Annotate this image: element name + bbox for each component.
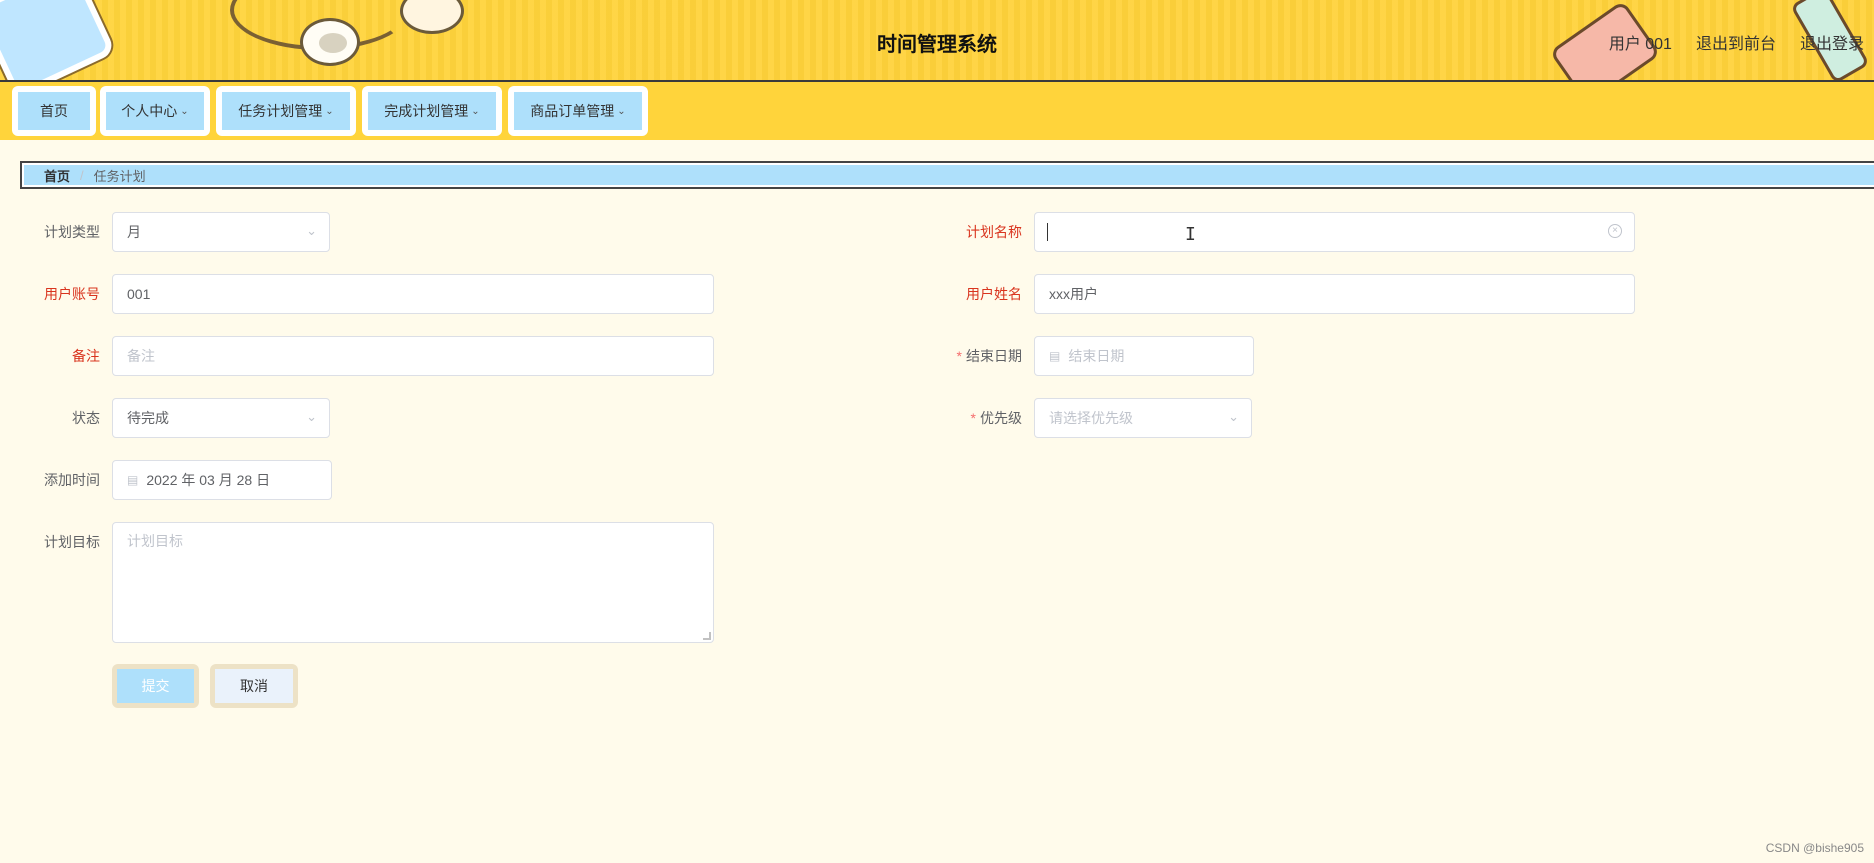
watermark: CSDN @bishe905 [1765, 841, 1864, 855]
chevron-down-icon: ⌄ [617, 105, 626, 117]
user-name-input[interactable]: xxx用户 [1034, 274, 1635, 314]
add-time-value: 2022 年 03 月 28 日 [146, 472, 271, 488]
breadcrumb-home[interactable]: 首页 [44, 166, 70, 185]
plan-type-label: 计划类型 [44, 224, 100, 240]
chevron-down-icon: ⌄ [306, 409, 317, 424]
plan-goal-label: 计划目标 [44, 534, 100, 550]
calendar-icon: ▤ [1049, 349, 1061, 363]
cancel-button-label: 取消 [240, 678, 268, 694]
nav-item-home[interactable]: 首页 [12, 86, 96, 136]
user-account-label: 用户账号 [44, 286, 100, 302]
user-name-value: xxx用户 [1049, 286, 1098, 302]
end-date-label-text: 结束日期 [966, 348, 1022, 364]
end-date-placeholder: 结束日期 [1068, 348, 1125, 364]
chevron-down-icon: ⌄ [325, 105, 334, 117]
user-links: 用户 001 退出到前台 退出登录 [1609, 30, 1864, 54]
chevron-down-icon: ⌄ [306, 223, 317, 238]
end-date-label: * 结束日期 [922, 336, 1022, 376]
app-title: 时间管理系统 [877, 34, 997, 56]
required-mark: * [956, 348, 962, 364]
plan-name-label: 计划名称 [966, 224, 1022, 240]
resize-handle-icon[interactable] [703, 632, 711, 640]
priority-placeholder: 请选择优先级 [1049, 410, 1133, 426]
add-time-label: 添加时间 [44, 472, 100, 488]
priority-label: * 优先级 [922, 398, 1022, 438]
remark-placeholder: 备注 [127, 348, 155, 364]
clear-icon[interactable]: × [1608, 224, 1622, 238]
chevron-down-icon: ⌄ [471, 105, 480, 117]
user-name-label: 用户姓名 [966, 286, 1022, 302]
nav-item-personal-center[interactable]: 个人中心 ⌄ [100, 86, 210, 136]
chevron-down-icon: ⌄ [180, 105, 189, 117]
plan-type-value: 月 [127, 224, 141, 240]
plan-goal-placeholder: 计划目标 [127, 533, 183, 549]
status-value: 待完成 [127, 410, 169, 426]
nav-item-label: 任务计划管理 [238, 103, 323, 119]
nav-item-label: 完成计划管理 [384, 103, 469, 119]
text-cursor-icon: I [1185, 224, 1196, 245]
required-mark: * [970, 410, 976, 426]
breadcrumb: 首页 / 任务计划 [20, 161, 1874, 189]
nav-item-completed-plan[interactable]: 完成计划管理 ⌄ [362, 86, 502, 136]
plan-goal-textarea[interactable]: 计划目标 [112, 522, 714, 643]
nav-item-label: 商品订单管理 [530, 103, 615, 119]
plan-type-select[interactable]: 月 ⌄ [112, 212, 330, 252]
end-date-picker[interactable]: ▤ 结束日期 [1034, 336, 1254, 376]
remark-label: 备注 [72, 348, 100, 364]
status-select[interactable]: 待完成 ⌄ [112, 398, 330, 438]
nav-item-task-plan[interactable]: 任务计划管理 ⌄ [216, 86, 356, 136]
submit-button[interactable]: 提交 [112, 664, 199, 708]
status-label: 状态 [72, 410, 100, 426]
user-account-input[interactable]: 001 [112, 274, 714, 314]
nav-item-product-orders[interactable]: 商品订单管理 ⌄ [508, 86, 648, 136]
chevron-down-icon: ⌄ [1228, 409, 1239, 424]
priority-label-text: 优先级 [980, 410, 1022, 426]
submit-button-label: 提交 [141, 678, 170, 694]
plan-name-input[interactable]: × [1034, 212, 1635, 252]
nav-item-label: 首页 [40, 103, 68, 119]
remark-input[interactable]: 备注 [112, 336, 714, 376]
current-user: 用户 001 [1608, 36, 1672, 53]
cancel-button[interactable]: 取消 [210, 664, 298, 708]
calendar-icon: ▤ [127, 473, 139, 487]
user-account-value: 001 [127, 286, 151, 302]
nav-item-label: 个人中心 [121, 103, 178, 119]
back-to-front-link[interactable]: 退出到前台 [1696, 30, 1776, 54]
top-header: 时间管理系统 用户 001 退出到前台 退出登录 [0, 0, 1874, 82]
logout-link[interactable]: 退出登录 [1800, 30, 1864, 54]
breadcrumb-separator: / [80, 167, 84, 183]
breadcrumb-current: 任务计划 [93, 168, 146, 184]
text-caret [1047, 223, 1048, 241]
add-time-picker[interactable]: ▤ 2022 年 03 月 28 日 [112, 460, 332, 500]
priority-select[interactable]: 请选择优先级 ⌄ [1034, 398, 1252, 438]
main-nav: 首页 个人中心 ⌄ 任务计划管理 ⌄ 完成计划管理 ⌄ 商品订单管理 ⌄ [0, 82, 1874, 140]
